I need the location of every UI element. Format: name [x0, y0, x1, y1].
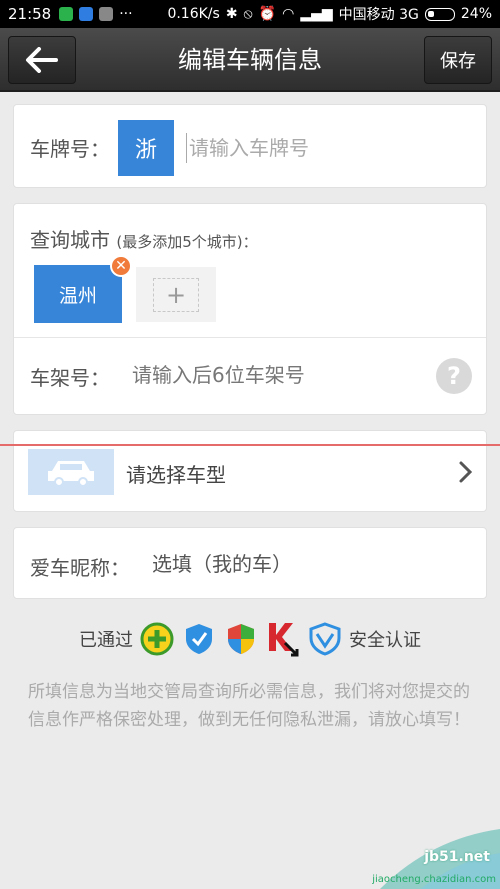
- car-model-label: 请选择车型: [126, 463, 226, 487]
- city-label: 查询城市: [30, 228, 110, 252]
- title-bar: 编辑车辆信息 保存: [0, 28, 500, 92]
- tencent-shield-icon: [181, 621, 217, 657]
- plate-label: 车牌号：: [30, 137, 110, 161]
- car-icon: [28, 449, 114, 495]
- status-bar: 21:58 ··· 0.16K/s ✱ ⦸ ⏰ ◠ ▂▄▆ 中国移动 3G 24…: [0, 0, 500, 28]
- kaspersky-icon: [265, 621, 301, 657]
- nickname-input[interactable]: [152, 549, 452, 579]
- notification-app-icon: [59, 7, 74, 21]
- nickname-card: 爱车昵称：: [13, 527, 487, 599]
- alarm-icon: ⏰: [258, 6, 277, 22]
- notification-app-icon: [79, 7, 94, 21]
- plate-card: 车牌号： 浙: [13, 104, 487, 188]
- watermark: jb51.net jiaocheng.chazidian.com: [360, 819, 500, 889]
- signal-icon: ▂▄▆: [300, 6, 333, 22]
- province-selector[interactable]: 浙: [118, 120, 174, 176]
- vin-input[interactable]: [132, 360, 422, 390]
- bluetooth-icon: ✱: [225, 6, 238, 22]
- close-icon: ✕: [115, 258, 127, 274]
- carrier-name: 中国移动 3G: [338, 7, 419, 23]
- city-header: 查询城市 (最多添加5个城市)：: [30, 224, 258, 253]
- windows-shield-icon: [223, 621, 259, 657]
- nickname-label: 爱车昵称：: [30, 556, 130, 580]
- security-suffix: 安全认证: [349, 630, 421, 651]
- battery-icon: [424, 7, 455, 21]
- watermark-site: jb51.net: [424, 849, 490, 865]
- help-icon[interactable]: ?: [436, 358, 472, 394]
- city-tag[interactable]: 温州: [34, 265, 122, 323]
- battery-level: 24%: [460, 6, 492, 22]
- vin-label: 车架号：: [30, 366, 110, 390]
- city-limit-hint: (最多添加5个城市)：: [116, 233, 258, 251]
- plate-input[interactable]: [186, 133, 466, 163]
- notification-app-icon: [99, 7, 114, 21]
- net-speed: 0.16K/s: [167, 6, 220, 22]
- remove-city-button[interactable]: ✕: [110, 255, 132, 277]
- back-button[interactable]: [8, 36, 76, 84]
- status-time: 21:58: [8, 5, 52, 23]
- city-card: 查询城市 (最多添加5个城市)： 温州 ✕ + 车架号： ?: [13, 203, 487, 415]
- wifi-icon: ◠: [282, 6, 295, 22]
- security-certification: 已通过 安全认证: [0, 618, 500, 660]
- mute-icon: ⦸: [243, 6, 253, 22]
- baidu-shield-icon: [307, 621, 343, 657]
- watermark-sub: jiaocheng.chazidian.com: [372, 874, 496, 885]
- security-prefix: 已通过: [79, 630, 133, 651]
- divider: [14, 337, 486, 338]
- save-button[interactable]: 保存: [424, 36, 492, 84]
- dots-icon: ···: [119, 6, 133, 22]
- add-city-button[interactable]: +: [136, 267, 216, 322]
- privacy-disclaimer: 所填信息为当地交管局查询所必需信息，我们将对您提交的信息作严格保密处理，做到无任…: [28, 682, 470, 730]
- 360-icon: [139, 621, 175, 657]
- plus-icon: +: [153, 277, 199, 312]
- arrow-left-icon: [26, 47, 58, 73]
- divider-line: [0, 444, 500, 446]
- chevron-right-icon: [456, 457, 476, 487]
- car-model-row[interactable]: 请选择车型: [13, 430, 487, 512]
